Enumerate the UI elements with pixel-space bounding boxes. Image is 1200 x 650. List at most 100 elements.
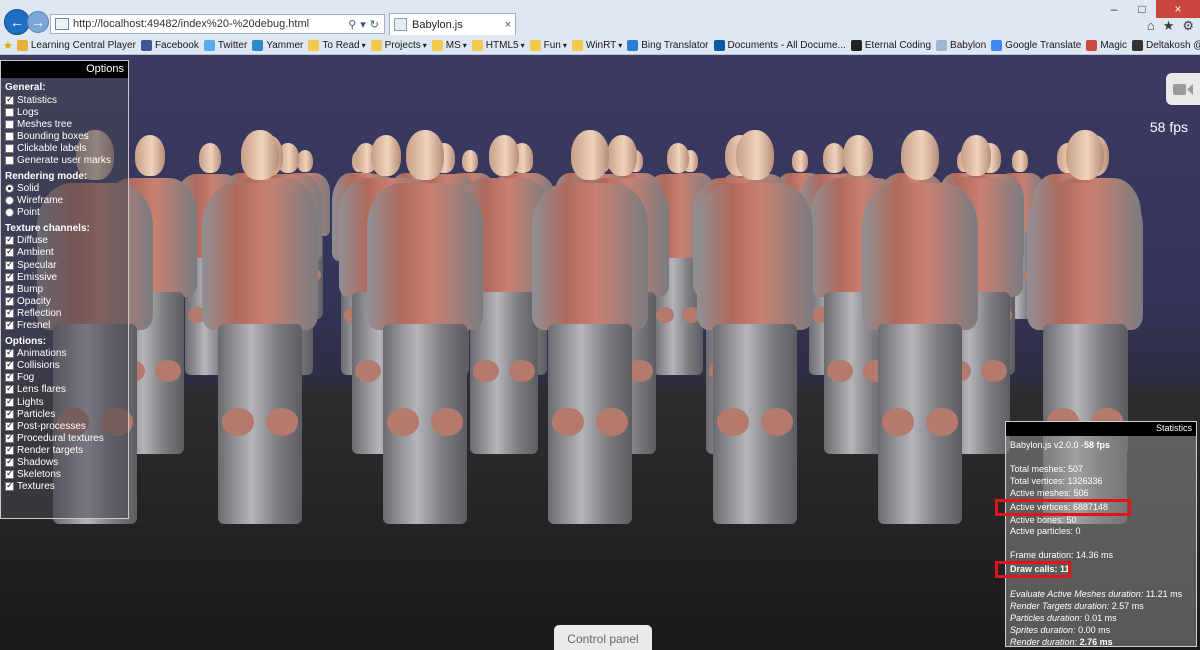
checkbox-option[interactable]: Emissive xyxy=(5,271,124,283)
favorite-link[interactable]: Bing Translator xyxy=(627,39,709,51)
checkbox[interactable] xyxy=(5,131,14,141)
chevron-down-icon[interactable]: ▾ xyxy=(360,18,366,31)
favorite-icon xyxy=(991,39,1003,51)
camera-button[interactable] xyxy=(1166,73,1200,105)
checkbox-option[interactable]: Collisions xyxy=(5,359,124,372)
checkbox[interactable] xyxy=(5,246,14,258)
search-icon[interactable]: ⚲ xyxy=(348,18,356,31)
checkbox[interactable] xyxy=(5,107,14,117)
chevron-down-icon: ▾ xyxy=(562,40,567,50)
checkbox-option[interactable]: Logs xyxy=(5,106,124,118)
radio-button[interactable] xyxy=(5,184,14,194)
favorite-link[interactable]: Learning Central Player xyxy=(16,39,136,51)
favorite-link[interactable]: To Read ▾ xyxy=(308,39,366,51)
favorite-link[interactable]: Deltakosh @ Hyjal - Ask ... xyxy=(1132,39,1200,51)
checkbox-option[interactable]: Diffuse xyxy=(5,234,124,247)
checkbox[interactable] xyxy=(5,319,14,331)
checkbox[interactable] xyxy=(5,420,14,431)
control-panel-button[interactable]: Control panel xyxy=(554,625,652,650)
close-window-button[interactable]: × xyxy=(1156,0,1200,18)
checkbox[interactable] xyxy=(5,94,14,105)
favorite-link[interactable]: MS ▾ xyxy=(431,39,467,51)
checkbox-option[interactable]: Meshes tree xyxy=(5,118,124,130)
favorite-link[interactable]: Magic xyxy=(1086,39,1127,51)
checkbox-option[interactable]: Procedural textures xyxy=(5,432,124,444)
minimize-button[interactable]: – xyxy=(1100,0,1128,18)
checkbox-option[interactable]: Fog xyxy=(5,371,124,384)
radio-button[interactable] xyxy=(5,208,14,218)
checkbox[interactable] xyxy=(5,283,14,294)
checkbox-option[interactable]: Opacity xyxy=(5,295,124,307)
checkbox[interactable] xyxy=(5,444,14,455)
favorite-icon xyxy=(252,39,264,51)
checkbox-option[interactable]: Specular xyxy=(5,259,124,271)
checkbox-option[interactable]: Particles xyxy=(5,408,124,420)
checkbox-option[interactable]: Render targets xyxy=(5,444,124,456)
checkbox-option[interactable]: Clickable labels xyxy=(5,142,124,154)
checkbox[interactable] xyxy=(5,468,14,480)
favorite-link[interactable]: WinRT ▾ xyxy=(571,39,623,51)
favorite-link[interactable]: Documents - All Docume... xyxy=(713,39,846,51)
checkbox-option[interactable]: Textures xyxy=(5,480,124,493)
checkbox[interactable] xyxy=(5,119,14,129)
checkbox-option[interactable]: Post-processes xyxy=(5,420,124,432)
favorite-label: Deltakosh @ Hyjal - Ask ... xyxy=(1146,39,1200,51)
address-bar[interactable]: http://localhost:49482/index%20-%20debug… xyxy=(50,14,385,34)
tab-babylon[interactable]: Babylon.js × xyxy=(389,13,516,35)
radio-button[interactable] xyxy=(5,196,14,206)
checkbox[interactable] xyxy=(5,480,14,492)
checkbox-option[interactable]: Lens flares xyxy=(5,383,124,396)
home-icon[interactable]: ⌂ xyxy=(1147,18,1155,34)
checkbox-option[interactable]: Generate user marks xyxy=(5,154,124,166)
checkbox-option[interactable]: Bump xyxy=(5,283,124,295)
checkbox[interactable] xyxy=(5,383,14,395)
checkbox[interactable] xyxy=(5,143,14,153)
render-canvas[interactable]: 58 fps Options General: StatisticsLogsMe… xyxy=(0,55,1200,650)
favorite-link[interactable]: Eternal Coding xyxy=(850,39,931,51)
checkbox[interactable] xyxy=(5,432,14,443)
checkbox[interactable] xyxy=(5,271,14,282)
checkbox[interactable] xyxy=(5,359,14,371)
chevron-down-icon: ▾ xyxy=(618,40,623,50)
checkbox[interactable] xyxy=(5,259,14,270)
checkbox[interactable] xyxy=(5,396,14,407)
refresh-icon[interactable]: ↻ xyxy=(370,18,379,31)
checkbox[interactable] xyxy=(5,371,14,383)
favorite-link[interactable]: Projects ▾ xyxy=(370,39,427,51)
checkbox-option[interactable]: Ambient xyxy=(5,246,124,259)
favorite-label: HTML5 xyxy=(485,39,519,51)
checkbox[interactable] xyxy=(5,234,14,246)
checkbox-option[interactable]: Statistics xyxy=(5,94,124,106)
star-icon[interactable]: ★ xyxy=(1163,18,1175,34)
close-tab-icon[interactable]: × xyxy=(505,19,511,31)
checkbox-option[interactable]: Reflection xyxy=(5,307,124,319)
checkbox[interactable] xyxy=(5,307,14,318)
favorite-link[interactable]: Babylon xyxy=(936,39,986,51)
checkbox[interactable] xyxy=(5,408,14,419)
radio-option[interactable]: Point xyxy=(5,207,124,219)
address-url[interactable]: http://localhost:49482/index%20-%20debug… xyxy=(73,18,343,30)
favorite-icon xyxy=(203,39,215,51)
checkbox[interactable] xyxy=(5,347,14,359)
checkbox-option[interactable]: Lights xyxy=(5,396,124,408)
checkbox-option[interactable]: Fresnel xyxy=(5,319,124,332)
maximize-button[interactable]: □ xyxy=(1128,0,1156,18)
favorite-link[interactable]: HTML5 ▾ xyxy=(471,39,525,51)
favorite-link[interactable]: Fun ▾ xyxy=(529,39,567,51)
checkbox[interactable] xyxy=(5,295,14,306)
favorite-link[interactable]: Google Translate xyxy=(991,39,1081,51)
checkbox-option[interactable]: Shadows xyxy=(5,456,124,468)
favorites-star-icon[interactable]: ★ xyxy=(3,39,13,52)
radio-option[interactable]: Wireframe xyxy=(5,195,124,207)
checkbox-option[interactable]: Bounding boxes xyxy=(5,130,124,142)
favorite-link[interactable]: Yammer xyxy=(252,39,303,51)
radio-option[interactable]: Solid xyxy=(5,183,124,195)
gear-icon[interactable]: ⚙ xyxy=(1182,18,1194,34)
checkbox-option[interactable]: Skeletons xyxy=(5,468,124,481)
checkbox[interactable] xyxy=(5,156,14,166)
favorite-link[interactable]: Twitter xyxy=(203,39,247,51)
checkbox-option[interactable]: Animations xyxy=(5,347,124,360)
forward-button[interactable]: → xyxy=(27,11,49,33)
checkbox[interactable] xyxy=(5,456,14,467)
favorite-link[interactable]: Facebook xyxy=(140,39,199,51)
